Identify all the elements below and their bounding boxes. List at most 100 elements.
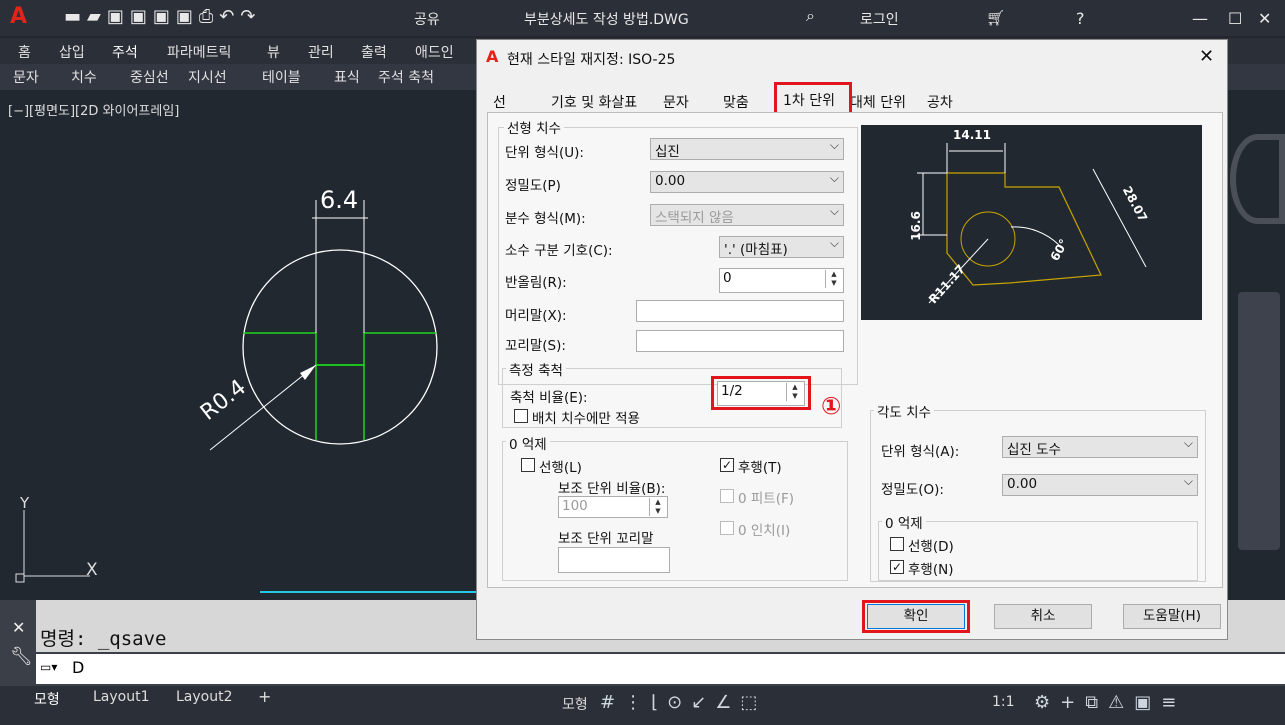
sub-unit-factor-label: 보조 단위 비율(B): (558, 481, 666, 497)
cart-icon[interactable]: 🛒︎ (986, 9, 1005, 27)
step-marker: ① (821, 392, 842, 420)
leading-zero-checkbox[interactable] (521, 458, 535, 472)
zero-suppression-title: 0 억제 (506, 433, 550, 453)
unit-format-label: 단위 형식(U): (505, 145, 584, 161)
angular-leading-checkbox[interactable] (890, 537, 904, 551)
angular-unit-format-select[interactable]: 십진 도수 (1002, 436, 1198, 458)
decimal-separator-label: 소수 구분 기호(C): (505, 243, 613, 259)
search-icon[interactable]: ⌕ (806, 6, 815, 26)
trailing-zero-label: 후행(T) (738, 460, 782, 476)
layout-tab-1[interactable]: Layout1 (93, 689, 150, 705)
roundoff-label: 반올림(R): (505, 275, 567, 291)
title-bar: A ▬▰▣▣▣▣⎙↶↷ 공유 부분상세도 작성 방법.DWG ⌕ 로그인 🛒︎ … (0, 0, 1285, 36)
highlight-scale-factor (711, 376, 811, 410)
tab-alternate-units[interactable]: 대체 단위 (850, 92, 906, 112)
dimension-text-top: 6.4 (320, 186, 359, 214)
wrench-icon[interactable]: 🔧︎ (10, 646, 33, 667)
angular-precision-select[interactable]: 0.00 (1002, 474, 1198, 496)
sub-unit-factor-spinner: ▲ ▼ (649, 498, 666, 516)
tab-parametric[interactable]: 파라메트릭 (167, 42, 231, 62)
roundoff-spinner[interactable]: ▲ ▼ (825, 270, 842, 288)
precision-select[interactable]: 0.00 (650, 171, 844, 193)
angular-trailing-label: 후행(N) (908, 562, 954, 578)
login-button[interactable]: 로그인 (860, 9, 899, 29)
sub-unit-suffix-input (558, 547, 670, 573)
trailing-zero-checkbox[interactable]: ✓ (720, 458, 734, 472)
angular-trailing-checkbox[interactable]: ✓ (890, 560, 904, 574)
tab-insert[interactable]: 삽입 (59, 42, 85, 62)
tab-tolerances[interactable]: 공차 (927, 92, 953, 112)
panel-text[interactable]: 문자 (13, 67, 39, 87)
tab-addins[interactable]: 애드인 (415, 42, 454, 62)
suffix-input[interactable] (636, 330, 844, 352)
preview-dim-height: 16.6 (908, 211, 923, 241)
primary-units-pane: 선형 치수 단위 형식(U): 십진 정밀도(P) 0.00 분수 형식(M):… (487, 112, 1223, 588)
unit-format-select[interactable]: 십진 (650, 138, 844, 160)
angular-leading-label: 선행(D) (908, 539, 954, 555)
help-icon[interactable]: ? (1076, 9, 1085, 28)
panel-leader[interactable]: 지시선 (188, 67, 227, 87)
annotation-scale[interactable]: 1:1 (992, 694, 1015, 710)
close-icon[interactable]: ✕ (1199, 46, 1214, 67)
prefix-input[interactable] (636, 300, 844, 322)
status-bar: 모형 Layout1 Layout2 + 모형 #⋮⌊⊙↙∠⬚ 1:1 ⚙+⧉⚠… (0, 686, 1285, 725)
panel-markup[interactable]: 표식 (334, 67, 360, 87)
quick-access-icons[interactable]: ▬▰▣▣▣▣⎙↶↷ (64, 6, 261, 27)
layout-only-checkbox[interactable] (514, 409, 528, 423)
maximize-button[interactable]: ☐ (1228, 9, 1242, 28)
command-history-text: 명령: _qsave (40, 628, 167, 650)
dialog-title: 현재 스타일 재지정: ISO-25 (507, 52, 676, 68)
panel-dimension[interactable]: 치수 (71, 67, 97, 87)
panel-centerline[interactable]: 중심선 (130, 67, 169, 87)
model-space-button[interactable]: 모형 (562, 694, 588, 714)
close-icon[interactable]: ✕ (1258, 9, 1271, 28)
sub-unit-factor-input: 100 ▲ ▼ (558, 496, 668, 518)
suffix-label: 꼬리말(S): (505, 338, 566, 354)
angular-unit-format-label: 단위 형식(A): (881, 444, 960, 460)
tab-annotate[interactable]: 주석 (112, 42, 138, 62)
inches-zero-checkbox (720, 521, 734, 535)
panel-table[interactable]: 테이블 (262, 67, 301, 87)
scale-factor-label: 축척 비율(E): (510, 390, 588, 406)
tab-view[interactable]: 뷰 (267, 42, 280, 62)
feet-zero-checkbox (720, 489, 734, 503)
add-layout-button[interactable]: + (258, 687, 271, 706)
minimize-button[interactable]: — (1192, 9, 1208, 28)
file-title: 부분상세도 작성 방법.DWG (524, 12, 689, 28)
tab-symbols-arrows[interactable]: 기호 및 화살표 (551, 92, 637, 112)
command-input[interactable]: ▭▾ D (36, 654, 1285, 684)
status-toggles[interactable]: #⋮⌊⊙↙∠⬚ (600, 692, 766, 713)
ucs-y-label: Y (20, 494, 30, 512)
decimal-separator-select[interactable]: '.' (마침표) (719, 236, 844, 258)
navigation-bar[interactable] (1238, 292, 1280, 550)
roundoff-input[interactable]: 0 ▲ ▼ (719, 268, 844, 293)
precision-label: 정밀도(P) (505, 178, 561, 194)
viewport-label[interactable]: [−][평면도][2D 와이어프레임] (8, 100, 179, 119)
drawing-canvas[interactable] (0, 90, 480, 600)
tab-text[interactable]: 문자 (663, 92, 689, 112)
layout-only-label: 배치 치수에만 적용 (532, 411, 640, 427)
layout-tab-2[interactable]: Layout2 (176, 689, 233, 705)
share-button[interactable]: 공유 (414, 9, 440, 29)
sub-unit-factor-value: 100 (562, 498, 588, 514)
status-tools[interactable]: ⚙+⧉⚠▣≡ (1034, 692, 1186, 713)
cancel-button[interactable]: 취소 (994, 604, 1092, 629)
linear-group-title: 선형 치수 (504, 117, 564, 137)
panel-annotation-scale[interactable]: 주석 축척 (378, 67, 434, 87)
tab-manage[interactable]: 관리 (308, 42, 334, 62)
angular-group-title: 각도 치수 (874, 401, 934, 421)
tab-home[interactable]: 홈 (18, 42, 31, 62)
viewcube[interactable] (1230, 134, 1285, 224)
command-prompt-icon[interactable]: ▭▾ (40, 660, 57, 674)
dimension-style-dialog: A 현재 스타일 재지정: ISO-25 ✕ 선 기호 및 화살표 문자 맞춤 … (476, 39, 1228, 640)
tab-fit[interactable]: 맞춤 (723, 92, 749, 112)
inches-zero-label: 0 인치(I) (738, 523, 791, 539)
app-logo[interactable]: A (10, 4, 27, 29)
layout-tab-model[interactable]: 모형 (34, 689, 60, 709)
close-icon[interactable]: ✕ (12, 618, 25, 637)
help-button[interactable]: 도움말(H) (1123, 604, 1221, 629)
tab-lines[interactable]: 선 (493, 92, 506, 112)
tab-output[interactable]: 출력 (361, 42, 387, 62)
prefix-label: 머리말(X): (505, 308, 567, 324)
highlight-ok-button (862, 600, 970, 633)
